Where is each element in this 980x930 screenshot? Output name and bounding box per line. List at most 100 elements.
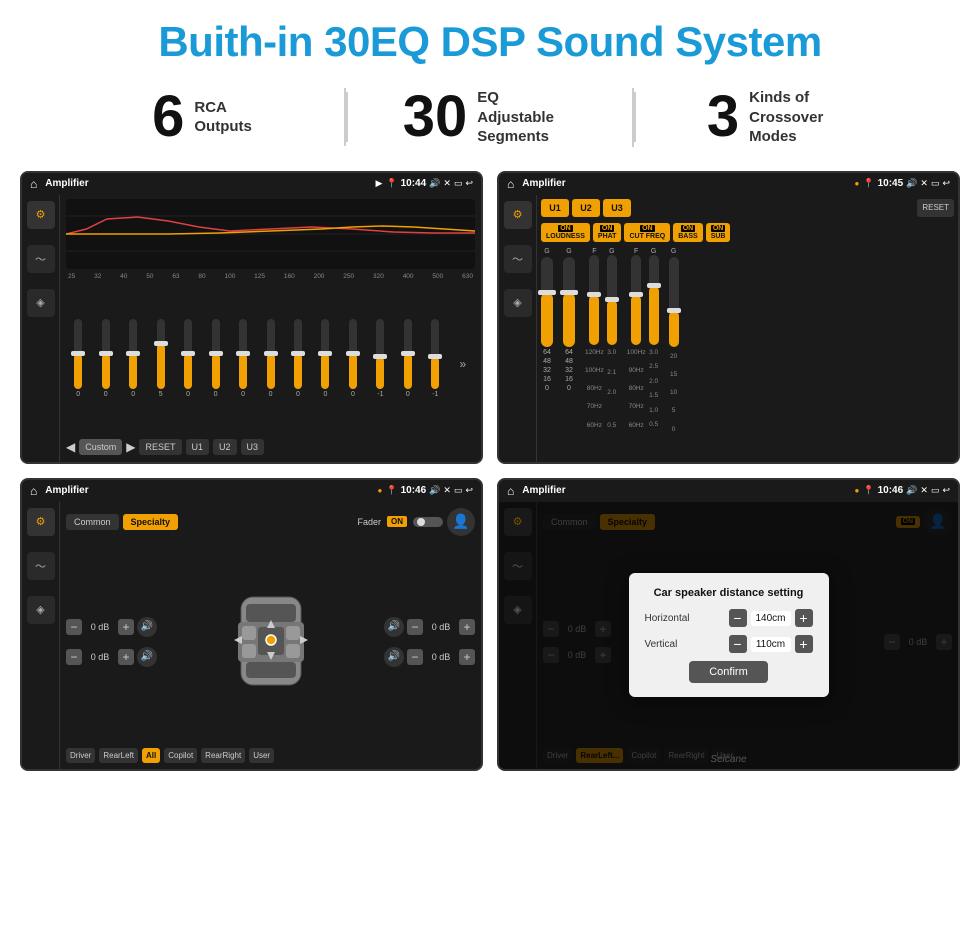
vol-minus-rl[interactable]: − <box>66 649 82 665</box>
common-tabs: Common Specialty <box>66 514 178 530</box>
modal-horizontal-plus[interactable]: + <box>795 609 813 627</box>
modal-vertical-minus[interactable]: − <box>729 635 747 653</box>
status-bar-common: ⌂ Amplifier ● 📍 10:46 🔊 ✕ ▭ ↩ <box>22 480 481 502</box>
location-icon-amp: 📍 <box>863 178 874 189</box>
pos-user-btn[interactable]: User <box>249 748 274 763</box>
close-icon-amp[interactable]: ✕ <box>920 178 928 189</box>
back-icon-amp[interactable]: ↩ <box>942 178 950 189</box>
vol-minus-fl[interactable]: − <box>66 619 82 635</box>
modal-horizontal-minus[interactable]: − <box>729 609 747 627</box>
stat-crossover: 3 Kinds ofCrossover Modes <box>636 88 920 147</box>
eq-slider-5: 0 <box>176 319 200 398</box>
screen-title-common: Amplifier <box>45 485 373 496</box>
eq-slider-14: -1 <box>423 319 447 398</box>
vol-plus-rr[interactable]: + <box>459 649 475 665</box>
modal-vertical-row: Vertical − 110cm + <box>645 635 813 653</box>
vol-minus-fr[interactable]: − <box>407 619 423 635</box>
screen-common: ⌂ Amplifier ● 📍 10:46 🔊 ✕ ▭ ↩ ⚙ 〜 ◈ <box>20 478 483 771</box>
window-icon-common[interactable]: ▭ <box>454 485 463 496</box>
amp-reset-btn[interactable]: RESET <box>917 199 954 217</box>
back-icon[interactable]: ↩ <box>465 178 473 189</box>
eq-speaker-icon[interactable]: ◈ <box>27 289 55 317</box>
vol-plus-fr[interactable]: + <box>459 619 475 635</box>
back-icon-common[interactable]: ↩ <box>465 485 473 496</box>
ch-u2-btn[interactable]: U2 <box>572 199 600 217</box>
volume-icon-common: 🔊 <box>429 485 440 496</box>
eq-screen-body: ⚙ 〜 ◈ <box>22 195 481 462</box>
eq-slider-13: 0 <box>396 319 420 398</box>
modal-confirm-button[interactable]: Confirm <box>689 661 768 683</box>
stat-number-crossover: 3 <box>707 88 739 146</box>
amp-main: U1 U2 U3 RESET ON LOUDNESS ON PHAT <box>537 195 958 462</box>
eq-u2-btn[interactable]: U2 <box>213 439 237 455</box>
vol-plus-rl[interactable]: + <box>118 649 134 665</box>
eq-custom-btn[interactable]: Custom <box>79 439 122 455</box>
fader-row: Fader ON <box>357 516 443 527</box>
toggle-sub[interactable]: ON SUB <box>706 223 731 242</box>
home-icon-dialog[interactable]: ⌂ <box>507 484 514 498</box>
amp-col-loudness: G 64 48 32 16 0 <box>541 248 553 392</box>
page-title: Buith-in 30EQ DSP Sound System <box>0 18 980 66</box>
toggle-bass[interactable]: ON BASS <box>673 223 702 242</box>
vol-control-fr: 🔊 − 0 dB + <box>384 617 475 637</box>
amp-tune-icon[interactable]: ⚙ <box>504 201 532 229</box>
ch-u1-btn[interactable]: U1 <box>541 199 569 217</box>
tab-specialty-btn[interactable]: Specialty <box>123 514 179 530</box>
amp-sidebar: ⚙ 〜 ◈ <box>499 195 537 462</box>
eq-slider-2: 0 <box>93 319 117 398</box>
pos-rearleft-btn[interactable]: RearLeft <box>99 748 138 763</box>
home-icon-common[interactable]: ⌂ <box>30 484 37 498</box>
dot-icon-common: ● <box>378 486 383 495</box>
tab-common-btn[interactable]: Common <box>66 514 119 530</box>
eq-reset-btn[interactable]: RESET <box>139 439 181 455</box>
eq-u1-btn[interactable]: U1 <box>186 439 210 455</box>
pos-driver-btn[interactable]: Driver <box>66 748 95 763</box>
close-icon-common[interactable]: ✕ <box>443 485 451 496</box>
common-tune-icon[interactable]: ⚙ <box>27 508 55 536</box>
toggle-cutfreq[interactable]: ON CUT FREQ <box>624 223 670 242</box>
close-icon[interactable]: ✕ <box>443 178 451 189</box>
common-speaker-icon[interactable]: ◈ <box>27 596 55 624</box>
time-common: 10:46 <box>401 485 427 496</box>
toggle-phat[interactable]: ON PHAT <box>593 223 622 242</box>
eq-prev-btn[interactable]: ◀ <box>66 440 75 454</box>
window-icon-dialog[interactable]: ▭ <box>931 485 940 496</box>
pos-rearright-btn[interactable]: RearRight <box>201 748 245 763</box>
amp-wave-icon[interactable]: 〜 <box>504 245 532 273</box>
play-icon: ▶ <box>375 178 382 189</box>
home-icon-amp[interactable]: ⌂ <box>507 177 514 191</box>
vol-plus-fl[interactable]: + <box>118 619 134 635</box>
back-icon-dialog[interactable]: ↩ <box>942 485 950 496</box>
amp-speaker-icon[interactable]: ◈ <box>504 289 532 317</box>
vol-minus-rr[interactable]: − <box>407 649 423 665</box>
stat-number-eq: 30 <box>403 88 468 146</box>
dialog-screen-body: ⚙ 〜 ◈ Common Specialty ON 👤 <box>499 502 958 769</box>
eq-u3-btn[interactable]: U3 <box>241 439 265 455</box>
home-icon[interactable]: ⌂ <box>30 177 37 191</box>
eq-tune-icon[interactable]: ⚙ <box>27 201 55 229</box>
fader-on-badge[interactable]: ON <box>387 516 407 527</box>
common-wave-icon[interactable]: 〜 <box>27 552 55 580</box>
modal-overlay: Car speaker distance setting Horizontal … <box>499 502 958 769</box>
window-icon-amp[interactable]: ▭ <box>931 178 940 189</box>
pos-all-btn[interactable]: All <box>142 748 160 763</box>
profile-icon[interactable]: 👤 <box>447 508 475 536</box>
eq-next-btn[interactable]: ▶ <box>126 440 135 454</box>
close-icon-dialog[interactable]: ✕ <box>920 485 928 496</box>
vol-val-fr: 0 dB <box>426 622 456 632</box>
speaker-icon-rl: 🔊 <box>137 647 157 667</box>
eq-wave-icon[interactable]: 〜 <box>27 245 55 273</box>
fader-slider[interactable] <box>413 517 443 527</box>
amp-screen-body: ⚙ 〜 ◈ U1 U2 U3 RESET ON LOUDNESS <box>499 195 958 462</box>
dot-icon-dialog: ● <box>855 486 860 495</box>
pos-copilot-btn[interactable]: Copilot <box>164 748 197 763</box>
modal-vertical-plus[interactable]: + <box>795 635 813 653</box>
time-amp: 10:45 <box>878 178 904 189</box>
time-eq: 10:44 <box>401 178 427 189</box>
eq-slider-expand: » <box>451 324 475 394</box>
window-icon[interactable]: ▭ <box>454 178 463 189</box>
car-diagram-svg <box>216 592 326 692</box>
toggle-loudness[interactable]: ON LOUDNESS <box>541 223 590 242</box>
ch-u3-btn[interactable]: U3 <box>603 199 631 217</box>
screen-dialog: ⌂ Amplifier ● 📍 10:46 🔊 ✕ ▭ ↩ ⚙ 〜 ◈ <box>497 478 960 771</box>
